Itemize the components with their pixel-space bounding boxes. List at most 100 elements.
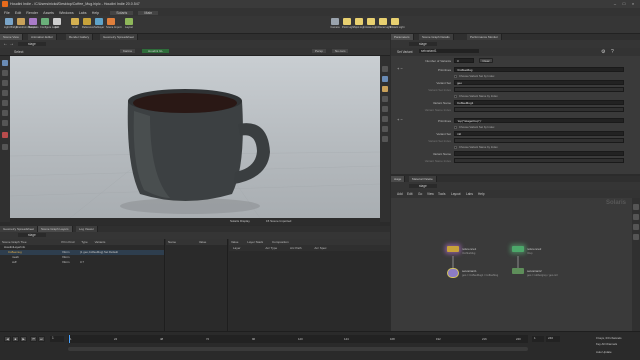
primitives-field[interactable]: /CoffeeMug: [454, 67, 624, 72]
variant-set-field-2[interactable]: mtl: [454, 131, 624, 136]
menu-file[interactable]: File: [4, 11, 10, 15]
shelf-tool[interactable]: Camera: [330, 18, 340, 32]
snap-icon[interactable]: [2, 144, 8, 150]
variant-set-field[interactable]: geo: [454, 80, 624, 85]
scale-tool-icon[interactable]: [2, 90, 8, 96]
draw-mode-menu[interactable]: Houdini GL: [142, 49, 170, 53]
shelf-tool[interactable]: Light Bridge: [4, 18, 18, 32]
network-tool-icon[interactable]: [633, 204, 639, 210]
stop-button[interactable]: ■: [12, 336, 19, 342]
render-delegate-menu[interactable]: Karma: [120, 49, 135, 53]
key-all-channels-button[interactable]: Key All Channels: [596, 342, 617, 346]
variant-set-index-field-2[interactable]: [454, 138, 624, 143]
current-frame-field[interactable]: 1: [50, 336, 64, 342]
overlay-icon[interactable]: [382, 136, 388, 142]
pose-tool-icon[interactable]: [2, 110, 8, 116]
shelf-tool[interactable]: Spot Light: [354, 18, 366, 32]
auto-update-menu[interactable]: Auto Update: [596, 350, 612, 354]
choose-name-index-toggle-2[interactable]: Choose Variant Name by Index: [454, 145, 498, 150]
network-tool-icon[interactable]: [633, 224, 639, 230]
node-path[interactable]: stage: [18, 42, 46, 46]
network-tool-icon[interactable]: [633, 214, 639, 220]
shelf-tool[interactable]: Scene Import: [106, 18, 121, 32]
multiparm-add-icon[interactable]: + −: [397, 66, 403, 71]
scene-viewport[interactable]: [10, 56, 380, 218]
camera-menu[interactable]: No cam: [332, 49, 349, 53]
display-options-icon[interactable]: [382, 66, 388, 72]
menu-windows[interactable]: Windows: [59, 11, 74, 15]
camera-icon[interactable]: [382, 106, 388, 112]
range-start-field[interactable]: 1: [532, 336, 544, 342]
node-name-field[interactable]: setvariant1: [419, 49, 479, 53]
timeline-ruler[interactable]: 1 24 48 72 96 120 144 168 192 216 240: [68, 335, 528, 343]
background-icon[interactable]: [382, 116, 388, 122]
tab-value[interactable]: Value: [231, 240, 238, 244]
choose-name-index-toggle[interactable]: Choose Variant Name by Index: [454, 94, 498, 99]
view-tool-icon[interactable]: [2, 120, 8, 126]
clear-button[interactable]: Clear: [479, 58, 493, 63]
back-arrow-icon[interactable]: ←: [3, 41, 8, 47]
net-menu-edit[interactable]: Edit: [407, 192, 413, 196]
visibility-icon[interactable]: [382, 96, 388, 102]
menu-help[interactable]: Help: [92, 11, 99, 15]
handle-tool-icon[interactable]: [2, 100, 8, 106]
net-menu-view[interactable]: View: [427, 192, 434, 196]
shelf-tool[interactable]: Sublayer: [94, 18, 104, 32]
playhead[interactable]: [69, 335, 70, 343]
net-menu-help[interactable]: Help: [478, 192, 485, 196]
shelf-tool[interactable]: Materials: [28, 18, 39, 32]
shelf-tool[interactable]: Distant Light: [390, 18, 404, 32]
forward-arrow-icon[interactable]: →: [9, 41, 14, 47]
node-setvariant2[interactable]: [512, 268, 524, 276]
play-reverse-button[interactable]: ◀: [4, 336, 11, 342]
range-slider[interactable]: [68, 347, 528, 351]
num-variants-field[interactable]: 3: [454, 58, 474, 63]
choose-set-index-toggle-2[interactable]: Choose Variant Set by Index: [454, 125, 494, 130]
variant-name-index-field-2[interactable]: [454, 158, 624, 163]
net-menu-add[interactable]: Add: [397, 192, 403, 196]
menu-render[interactable]: Render: [26, 11, 38, 15]
shelf-set-select[interactable]: Main: [138, 11, 159, 15]
network-editor[interactable]: Solaris reference1 /CoffeeMug setvariant…: [391, 198, 632, 331]
shelf-tool[interactable]: Edit: [52, 18, 62, 32]
tab-layer-stack[interactable]: Layer Stack: [247, 240, 263, 244]
menu-assets[interactable]: Assets: [43, 11, 54, 15]
close-button[interactable]: ×: [630, 1, 636, 6]
multiparm-add-icon[interactable]: + −: [397, 117, 403, 122]
network-tool-icon[interactable]: [633, 234, 639, 240]
shelf-tool[interactable]: Transform Scope: [16, 18, 36, 32]
node-reference2[interactable]: [512, 246, 524, 254]
gear-icon[interactable]: ⚙: [601, 49, 605, 55]
tab-composition[interactable]: Composition: [272, 240, 289, 244]
magnet-icon[interactable]: [2, 132, 8, 138]
variant-name-field[interactable]: CoffeeMug1: [454, 100, 624, 105]
rotate-tool-icon[interactable]: [2, 80, 8, 86]
shelf-tool[interactable]: Reference: [82, 18, 94, 32]
shelf-tool[interactable]: Layout: [124, 18, 134, 32]
param-node-path[interactable]: stage: [409, 42, 437, 46]
grid-icon[interactable]: [382, 126, 388, 132]
minimize-button[interactable]: –: [612, 1, 618, 6]
variant-name-index-field[interactable]: [454, 107, 624, 112]
select-tool-icon[interactable]: [2, 60, 8, 66]
shelf-tool[interactable]: Dome Light: [378, 18, 391, 32]
net-menu-go[interactable]: Go: [418, 192, 422, 196]
net-menu-tools[interactable]: Tools: [438, 192, 445, 196]
range-end-field[interactable]: 240: [546, 336, 560, 342]
help-icon[interactable]: ?: [611, 49, 614, 55]
choose-set-index-toggle[interactable]: Choose Variant Set by Index: [454, 74, 494, 79]
shelf-tool[interactable]: Area Light: [366, 18, 378, 32]
shelf-tool[interactable]: Point Light: [342, 18, 354, 32]
net-menu-labs[interactable]: Labs: [466, 192, 473, 196]
menu-labs[interactable]: Labs: [79, 11, 87, 15]
first-frame-button[interactable]: ⏮: [30, 336, 37, 342]
net-menu-layout[interactable]: Layout: [451, 192, 461, 196]
maximize-button[interactable]: □: [621, 1, 627, 6]
network-node-path[interactable]: stage: [409, 184, 437, 188]
primitives-field-2[interactable]: `lop("/stage/Cup")`: [454, 118, 624, 123]
desktop-select[interactable]: Solaris: [110, 11, 134, 15]
variant-name-field-2[interactable]: [454, 151, 624, 156]
play-button[interactable]: ▶: [20, 336, 27, 342]
shelf-tool[interactable]: Graft: [70, 18, 80, 32]
last-frame-button[interactable]: ⏭: [38, 336, 45, 342]
